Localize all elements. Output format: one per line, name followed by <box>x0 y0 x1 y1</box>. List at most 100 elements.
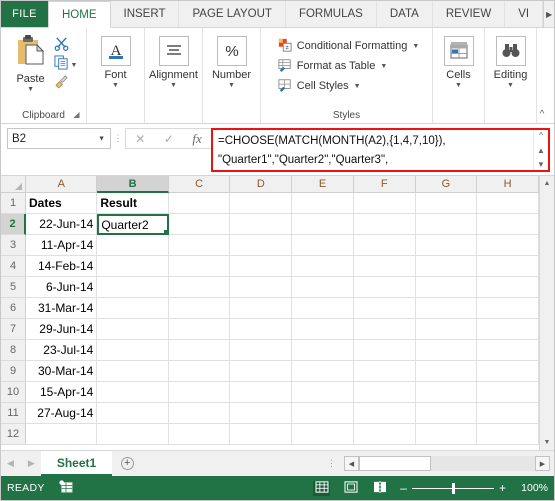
hscroll-right-icon[interactable]: ▶ <box>535 456 550 471</box>
cell-G11[interactable] <box>415 403 478 424</box>
cell-F12[interactable] <box>353 424 416 445</box>
ribbon-collapse-icon[interactable]: ^ <box>535 107 549 121</box>
horizontal-scroll-track[interactable] <box>359 456 535 471</box>
conditional-formatting-caret[interactable]: ▼ <box>412 43 419 50</box>
clipboard-dialog-launcher-icon[interactable]: ◢ <box>72 110 81 119</box>
cell-G5[interactable] <box>415 277 478 298</box>
cell-G6[interactable] <box>415 298 478 319</box>
cell-G4[interactable] <box>415 256 478 277</box>
zoom-slider[interactable]: – + <box>400 482 506 494</box>
cell-D4[interactable] <box>230 256 293 277</box>
cell-A3[interactable]: 11-Apr-14 <box>26 235 98 256</box>
cell-B9[interactable] <box>97 361 169 382</box>
cell-D7[interactable] <box>230 319 293 340</box>
zoom-out-button[interactable]: – <box>400 482 407 494</box>
cell-G9[interactable] <box>415 361 478 382</box>
cell-G8[interactable] <box>415 340 478 361</box>
cells-dropdown-caret[interactable]: ▼ <box>455 82 462 89</box>
row-header-7[interactable]: 7 <box>1 319 26 340</box>
cell-E12[interactable] <box>292 424 354 445</box>
cell-E4[interactable] <box>292 256 354 277</box>
cell-E6[interactable] <box>292 298 354 319</box>
cell-F6[interactable] <box>353 298 416 319</box>
cell-B6[interactable] <box>97 298 169 319</box>
column-header-f[interactable]: F <box>353 176 416 193</box>
vertical-scroll-track[interactable] <box>539 191 554 435</box>
row-header-3[interactable]: 3 <box>1 235 26 256</box>
name-box-chevron-down-icon[interactable]: ▼ <box>98 135 105 142</box>
tab-page-layout[interactable]: PAGE LAYOUT <box>179 1 286 27</box>
cell-D8[interactable] <box>230 340 293 361</box>
copy-button[interactable]: ▼ <box>54 55 78 73</box>
alignment-dropdown-caret[interactable]: ▼ <box>170 82 177 89</box>
tab-home[interactable]: HOME <box>48 1 111 28</box>
cell-C1[interactable] <box>168 193 231 214</box>
font-dropdown-caret[interactable]: ▼ <box>112 82 119 89</box>
cell-E11[interactable] <box>292 403 354 424</box>
cell-A6[interactable]: 31-Mar-14 <box>26 298 98 319</box>
copy-dropdown-caret[interactable]: ▼ <box>71 62 78 69</box>
cell-G2[interactable] <box>415 214 478 235</box>
vertical-scrollbar[interactable]: ▲ ▼ <box>539 176 554 450</box>
cell-B4[interactable] <box>97 256 169 277</box>
tab-overflow-arrow[interactable]: ▶ <box>543 1 554 27</box>
row-header-1[interactable]: 1 <box>1 193 26 214</box>
scroll-down-icon[interactable]: ▼ <box>539 435 554 450</box>
paste-dropdown-caret[interactable]: ▼ <box>27 86 34 93</box>
select-all-corner[interactable] <box>1 176 27 193</box>
cell-E1[interactable] <box>292 193 354 214</box>
normal-view-button[interactable] <box>313 480 331 496</box>
font-button[interactable]: A Font ▼ <box>89 33 143 89</box>
tab-file[interactable]: FILE <box>1 1 48 27</box>
cell-H12[interactable] <box>477 424 539 445</box>
cell-A11[interactable]: 27-Aug-14 <box>26 403 98 424</box>
cell-C5[interactable] <box>168 277 231 298</box>
scroll-up-icon[interactable]: ▲ <box>539 176 554 191</box>
column-header-c[interactable]: C <box>168 176 231 193</box>
tab-view[interactable]: VI <box>505 1 544 27</box>
cell-B8[interactable] <box>97 340 169 361</box>
row-header-10[interactable]: 10 <box>1 382 26 403</box>
cut-button[interactable] <box>54 37 69 54</box>
cell-D11[interactable] <box>230 403 293 424</box>
cell-H1[interactable] <box>477 193 539 214</box>
cell-D12[interactable] <box>230 424 293 445</box>
cell-C2[interactable] <box>168 214 231 235</box>
formula-scroll-step-up-icon[interactable]: ▲ <box>537 146 545 155</box>
cell-B5[interactable] <box>97 277 169 298</box>
cell-E9[interactable] <box>292 361 354 382</box>
formula-input[interactable]: =CHOOSE(MATCH(MONTH(A2),{1,4,7,10}), "Qua… <box>213 130 533 170</box>
cell-C8[interactable] <box>168 340 231 361</box>
cell-E3[interactable] <box>292 235 354 256</box>
tab-formulas[interactable]: FORMULAS <box>285 1 377 27</box>
fx-icon[interactable]: fx <box>192 132 201 145</box>
sheet-tab-sheet1[interactable]: Sheet1 <box>40 451 113 476</box>
cell-B12[interactable] <box>97 424 169 445</box>
row-header-11[interactable]: 11 <box>1 403 26 424</box>
cell-H5[interactable] <box>477 277 539 298</box>
editing-button[interactable]: Editing ▼ <box>484 33 538 89</box>
cell-F2[interactable] <box>353 214 416 235</box>
cell-D9[interactable] <box>230 361 293 382</box>
alignment-button[interactable]: Alignment ▼ <box>147 33 201 89</box>
cell-C6[interactable] <box>168 298 231 319</box>
row-header-4[interactable]: 4 <box>1 256 26 277</box>
cell-A2[interactable]: 22-Jun-14 <box>26 214 98 235</box>
cell-C4[interactable] <box>168 256 231 277</box>
cell-A1[interactable]: Dates <box>26 193 98 214</box>
format-painter-button[interactable] <box>54 75 69 92</box>
conditional-formatting-button[interactable]: ≠ Conditional Formatting ▼ <box>278 37 419 55</box>
cell-A7[interactable]: 29-Jun-14 <box>26 319 98 340</box>
cell-D3[interactable] <box>230 235 293 256</box>
cell-E10[interactable] <box>292 382 354 403</box>
cell-H9[interactable] <box>477 361 539 382</box>
row-header-6[interactable]: 6 <box>1 298 26 319</box>
cell-F10[interactable] <box>353 382 416 403</box>
cell-H4[interactable] <box>477 256 539 277</box>
cell-D2[interactable] <box>230 214 293 235</box>
cell-C11[interactable] <box>168 403 231 424</box>
cell-E7[interactable] <box>292 319 354 340</box>
cancel-icon[interactable]: ✕ <box>135 133 145 145</box>
zoom-level-label[interactable]: 100% <box>518 482 548 494</box>
cell-C7[interactable] <box>168 319 231 340</box>
